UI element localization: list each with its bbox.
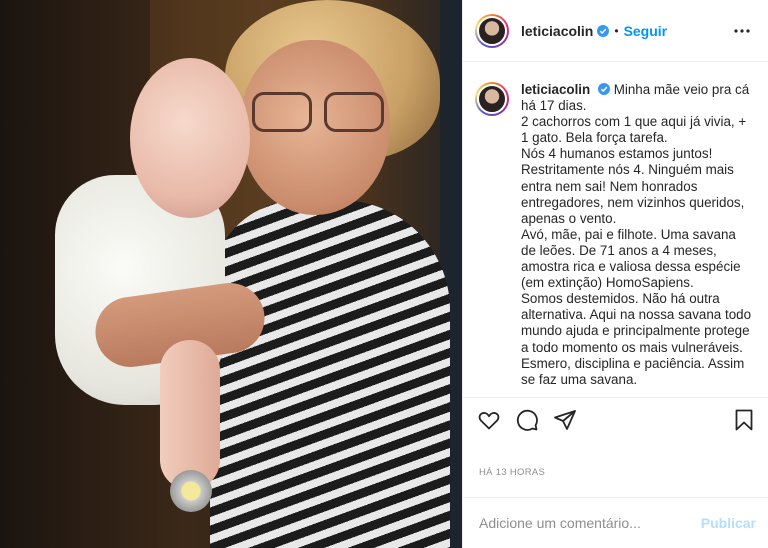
verified-badge-icon (597, 83, 610, 95)
post-timestamp[interactable]: HÁ 13 HORAS (463, 442, 768, 498)
comment-form: Publicar (463, 498, 768, 548)
avatar[interactable] (475, 13, 509, 48)
separator-dot: • (614, 23, 619, 38)
caption-line: Somos destemidos. Não há outra alternati… (521, 291, 752, 387)
post-header: leticiacolin • Seguir (463, 0, 768, 62)
caption-line: 2 cachorros com 1 que aqui já vivia, + 1… (521, 114, 747, 146)
bookmark-icon[interactable] (732, 408, 756, 432)
photo-baby-head (130, 58, 250, 218)
caption-text: leticiacolin Minha mãe veio pra cá há 17… (521, 82, 754, 397)
publish-button[interactable]: Publicar (701, 515, 756, 531)
more-options-icon[interactable] (730, 19, 754, 43)
caption-line: Avó, mãe, pai e filhote. Uma savana de l… (521, 226, 741, 291)
caption-section: leticiacolin Minha mãe veio pra cá há 17… (463, 62, 768, 398)
post-actions (463, 398, 768, 442)
caption-line: Nós 4 humanos estamos juntos! Restritame… (521, 146, 745, 226)
comment-icon[interactable] (515, 408, 539, 432)
username-link[interactable]: leticiacolin (521, 23, 593, 39)
follow-button[interactable]: Seguir (624, 23, 668, 39)
photo-pacifier (170, 470, 212, 512)
caption-avatar[interactable] (475, 82, 509, 116)
comment-input[interactable] (479, 515, 701, 531)
caption-username[interactable]: leticiacolin (521, 82, 590, 97)
verified-badge-icon (597, 24, 610, 37)
post-photo[interactable] (0, 0, 462, 548)
photo-striped-shirt (210, 200, 450, 548)
heart-icon[interactable] (477, 408, 501, 432)
share-icon[interactable] (553, 408, 577, 432)
photo-glasses (252, 92, 387, 132)
post-side-panel: leticiacolin • Seguir leticiacolin Minha… (462, 0, 768, 548)
photo-baby-leg (160, 340, 220, 490)
